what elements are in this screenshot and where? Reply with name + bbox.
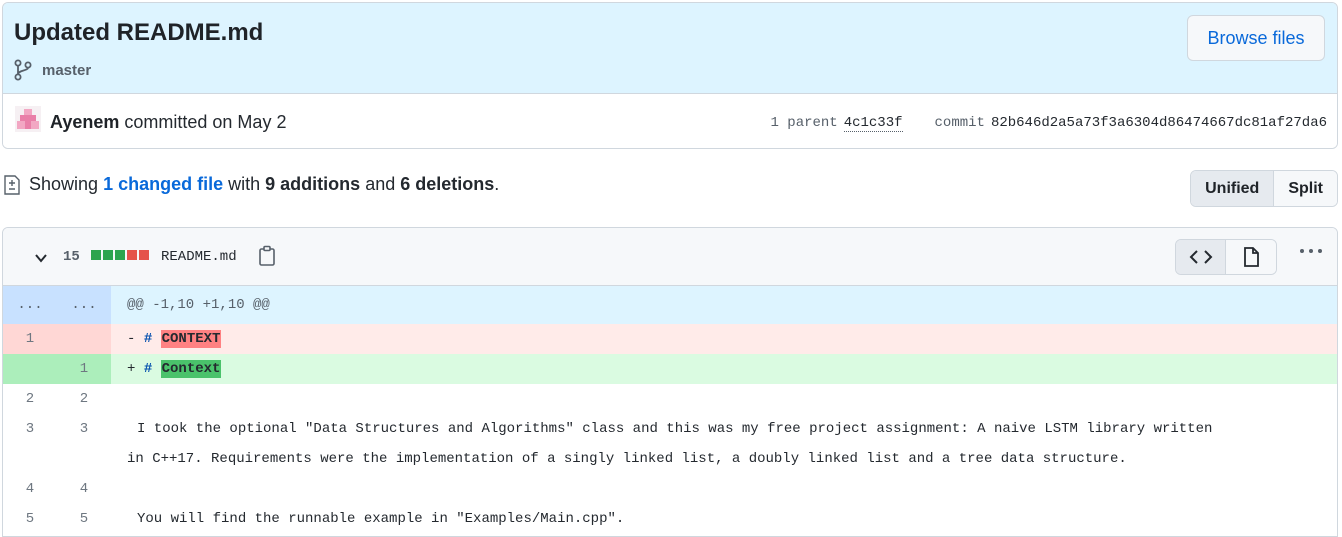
commit-title: Updated README.md <box>14 19 264 46</box>
diffstat-add-block <box>91 250 101 260</box>
table-row: 1 - # CONTEXT <box>3 324 1337 354</box>
kebab-icon[interactable] <box>1299 248 1323 254</box>
commit-action: committed on May 2 <box>124 112 287 132</box>
new-line-number[interactable]: 3 <box>57 414 111 474</box>
table-row: 4 4 <box>3 474 1337 504</box>
expand-left[interactable]: ... <box>3 286 57 324</box>
context-line <box>111 384 1337 414</box>
table-row: 1 + # Context <box>3 354 1337 384</box>
additions-count: 9 additions <box>265 174 361 194</box>
author-line: Ayenem committed on May 2 <box>50 112 286 133</box>
commit-label: commit <box>934 115 985 131</box>
file-header: 15 README.md <box>3 228 1337 286</box>
deleted-word: CONTEXT <box>160 330 222 348</box>
diff-table: ... ... @@ -1,10 +1,10 @@ 1 - # CONTEXT … <box>3 286 1337 534</box>
context-line-part: in C++17. Requirements were the implemen… <box>127 451 1127 467</box>
branch-icon <box>14 59 32 81</box>
deletions-count: 6 deletions <box>400 174 495 194</box>
branch-label[interactable]: master <box>14 59 91 81</box>
diff-sign: - <box>127 331 136 347</box>
browse-files-button[interactable]: Browse files <box>1187 15 1325 61</box>
context-line <box>111 474 1337 504</box>
new-line-number[interactable]: 2 <box>57 384 111 414</box>
new-line-number[interactable]: 1 <box>57 354 111 384</box>
file-diff: 15 README.md ... ... @@ -1,10 +1,10 @@ 1… <box>2 227 1338 537</box>
added-word: Context <box>160 360 222 378</box>
hunk-header-row: ... ... @@ -1,10 +1,10 @@ <box>3 286 1337 324</box>
hunk-header: @@ -1,10 +1,10 @@ <box>111 286 1337 324</box>
author-name[interactable]: Ayenem <box>50 112 119 132</box>
diffstat-del-block <box>139 250 149 260</box>
heading-hash: # <box>143 361 153 377</box>
diff-summary: Showing 1 changed file with 9 additions … <box>3 174 499 195</box>
view-mode-buttons <box>1175 239 1277 275</box>
file-icon <box>1244 247 1259 267</box>
summary-and: and <box>365 174 396 194</box>
summary-with: with <box>228 174 261 194</box>
file-diff-icon <box>4 174 20 195</box>
parent-label: 1 parent <box>770 115 838 131</box>
old-line-number[interactable] <box>3 354 57 384</box>
new-line-number[interactable] <box>57 324 111 354</box>
change-count: 15 <box>63 249 80 265</box>
file-name[interactable]: README.md <box>161 249 237 265</box>
branch-name: master <box>42 61 92 79</box>
unified-button[interactable]: Unified <box>1191 171 1275 206</box>
diff-view-toggle: Unified Split <box>1190 170 1338 207</box>
diffstat-add-block <box>115 250 125 260</box>
source-diff-button[interactable] <box>1176 240 1226 274</box>
expand-right[interactable]: ... <box>57 286 111 324</box>
changed-files-link[interactable]: 1 changed file <box>103 174 223 195</box>
table-row: 2 2 <box>3 384 1337 414</box>
diff-sign: + <box>127 361 136 377</box>
new-line-number[interactable]: 4 <box>57 474 111 504</box>
table-row: 3 3 I took the optional "Data Structures… <box>3 414 1337 474</box>
commit-sha: 82b646d2a5a73f3a6304d86474667dc81af27da6 <box>990 115 1327 131</box>
split-button[interactable]: Split <box>1274 171 1337 206</box>
parent-sha-link[interactable]: 4c1c33f <box>843 115 903 132</box>
old-line-number[interactable]: 3 <box>3 414 57 474</box>
deleted-line: - # CONTEXT <box>111 324 1337 354</box>
copy-icon[interactable] <box>258 245 276 267</box>
old-line-number[interactable]: 2 <box>3 384 57 414</box>
code-icon <box>1189 250 1212 264</box>
context-line-part: I took the optional "Data Structures and… <box>137 421 1213 437</box>
added-line: + # Context <box>111 354 1337 384</box>
commit-header: Updated README.md master Browse files Ay… <box>2 2 1338 149</box>
diffstat-del-block <box>127 250 137 260</box>
sha-info: 1 parent 4c1c33f commit 82b646d2a5a73f3a… <box>770 115 1327 132</box>
context-line: I took the optional "Data Structures and… <box>111 414 1337 474</box>
commit-meta: Ayenem committed on May 2 1 parent 4c1c3… <box>3 94 1337 148</box>
rich-diff-button[interactable] <box>1226 240 1276 274</box>
old-line-number[interactable]: 4 <box>3 474 57 504</box>
old-line-number[interactable]: 1 <box>3 324 57 354</box>
diffstat-add-block <box>103 250 113 260</box>
summary-suffix: . <box>494 174 500 194</box>
chevron-down-icon[interactable] <box>33 250 49 266</box>
summary-prefix: Showing <box>29 174 99 194</box>
heading-hash: # <box>143 331 153 347</box>
commit-title-bar: Updated README.md master Browse files <box>3 3 1337 94</box>
avatar[interactable] <box>15 106 41 132</box>
diffstat <box>91 250 149 260</box>
